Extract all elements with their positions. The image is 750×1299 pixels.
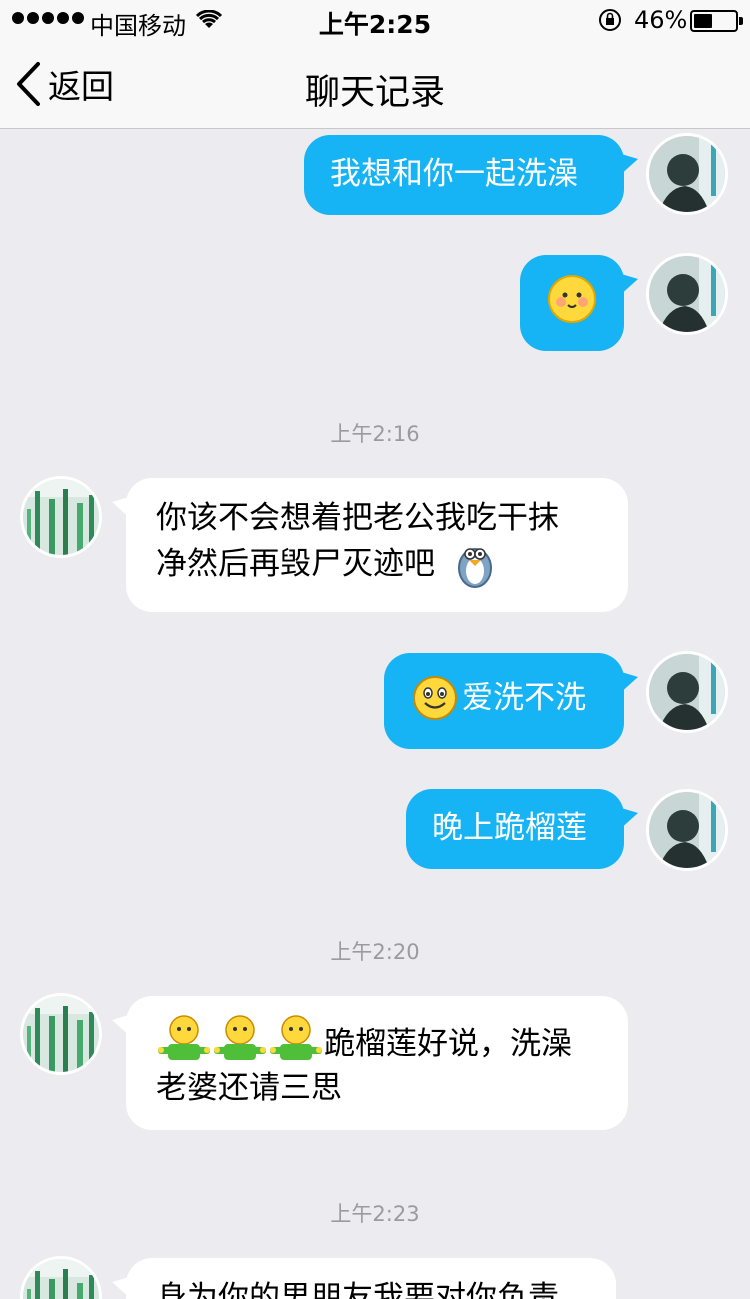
status-bar: 中国移动 上午2:25 46% xyxy=(0,0,750,40)
rotation-lock-icon xyxy=(598,8,622,38)
battery-percentage: 46% xyxy=(634,6,688,34)
kneeling-person-emoji-icon xyxy=(214,1015,266,1060)
penguin-emoji-icon xyxy=(458,548,492,588)
timestamp: 上午2:20 xyxy=(330,940,420,964)
my-avatar[interactable] xyxy=(646,253,728,335)
message-text: 你该不会想着把老公我吃干抹 xyxy=(156,500,559,536)
message-text: 爱洗不洗 xyxy=(462,680,586,716)
message-bubble-sent[interactable]: 爱洗不洗 xyxy=(384,653,638,749)
message-text: 跪榴莲好说，洗澡 xyxy=(324,1026,572,1062)
message-bubble-received[interactable]: 你该不会想着把老公我吃干抹 净然后再毁尸灭迹吧 xyxy=(112,478,628,612)
message-text: 身为你的男朋友我要对你负责 xyxy=(156,1280,559,1299)
message-content: 你该不会想着把老公我吃干抹 净然后再毁尸灭迹吧 xyxy=(156,496,559,588)
message-text: 净然后再毁尸灭迹吧 xyxy=(156,546,435,582)
contact-avatar[interactable] xyxy=(20,1256,102,1299)
navigation-bar: 返回 聊天记录 xyxy=(0,40,750,129)
message-text: 我想和你一起洗澡 xyxy=(330,156,578,192)
message-content: 跪榴莲好说，洗澡 老婆还请三思 xyxy=(156,1014,572,1110)
message-text: 晚上跪榴莲 xyxy=(432,810,587,846)
message-text: 老婆还请三思 xyxy=(156,1070,342,1106)
battery-icon xyxy=(690,10,743,32)
message-bubble-sent[interactable]: 我想和你一起洗澡 xyxy=(304,135,638,215)
my-avatar[interactable] xyxy=(646,651,728,733)
message-content: 爱洗不洗 xyxy=(412,675,586,721)
message-bubble-sent[interactable] xyxy=(520,255,638,351)
page-title: 聊天记录 xyxy=(304,73,445,113)
chat-history[interactable]: 我想和你一起洗澡 上午2:16 你该不会想着把老公我吃干抹 净然后再毁尸灭迹吧 … xyxy=(0,130,750,1299)
my-avatar[interactable] xyxy=(646,789,728,871)
my-avatar[interactable] xyxy=(646,133,728,215)
timestamp: 上午2:16 xyxy=(330,422,420,446)
kneeling-person-emoji-icon xyxy=(158,1015,210,1060)
kneeling-person-emoji-icon xyxy=(270,1015,322,1060)
message-line: 跪榴莲好说，洗澡 xyxy=(156,1014,572,1066)
message-bubble-received[interactable]: 身为你的男朋友我要对你负责 xyxy=(112,1258,616,1299)
contact-avatar[interactable] xyxy=(20,993,102,1075)
message-bubble-received[interactable]: 跪榴莲好说，洗澡 老婆还请三思 xyxy=(112,996,628,1130)
shy-face-emoji-icon xyxy=(548,275,596,323)
message-line: 净然后再毁尸灭迹吧 xyxy=(156,540,559,588)
contact-avatar[interactable] xyxy=(20,476,102,558)
message-bubble-sent[interactable]: 晚上跪榴莲 xyxy=(406,789,638,869)
smile-emoji-icon xyxy=(413,676,457,720)
timestamp: 上午2:23 xyxy=(330,1202,420,1226)
